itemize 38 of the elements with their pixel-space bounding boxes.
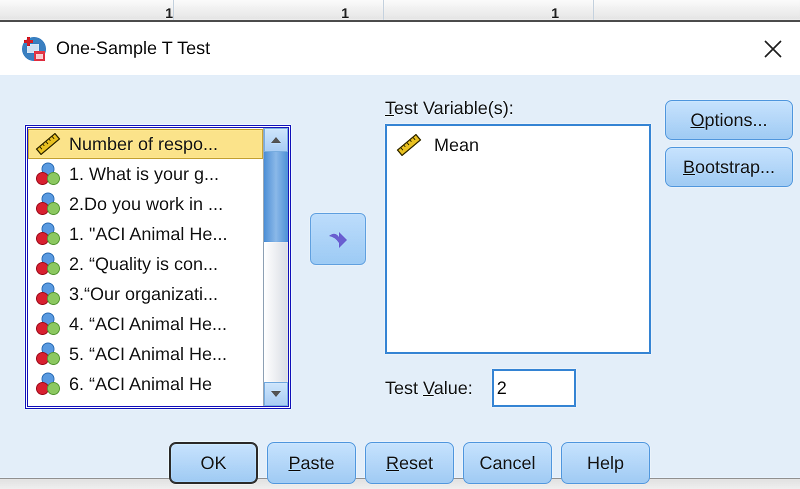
balls-icon <box>35 192 61 216</box>
scrollbar[interactable] <box>263 128 288 406</box>
test-value-field[interactable]: 2 <box>492 369 576 407</box>
variable-item[interactable]: 6. “ACI Animal He <box>28 369 263 399</box>
test-variables-label: Test Variable(s): <box>385 98 515 119</box>
up-arrow-icon[interactable] <box>270 136 282 144</box>
dialog-button[interactable]: OK <box>169 442 258 484</box>
variable-item[interactable]: 3.“Our organizati... <box>28 279 263 309</box>
balls-icon <box>35 372 61 396</box>
variable-item[interactable]: 1. "ACI Animal He... <box>28 219 263 249</box>
down-arrow-icon[interactable] <box>270 390 282 398</box>
dialog-button[interactable]: Paste <box>267 442 356 484</box>
dialog-button[interactable]: Reset <box>365 442 454 484</box>
window-title: One-Sample T Test <box>56 38 212 59</box>
variable-item[interactable]: Mean <box>387 130 649 160</box>
balls-icon <box>35 282 61 306</box>
app-icon <box>21 36 47 62</box>
move-button[interactable] <box>310 213 366 265</box>
variable-item[interactable]: Number of respo... <box>28 129 263 159</box>
balls-icon <box>35 312 61 336</box>
variable-item[interactable]: 5. “ACI Animal He... <box>28 339 263 369</box>
sheet-cell: 1 <box>384 0 594 20</box>
dialog-button[interactable]: Cancel <box>463 442 552 484</box>
variable-item[interactable]: 1. What is your g... <box>28 159 263 189</box>
variable-item[interactable]: 4. “ACI Animal He... <box>28 309 263 339</box>
test-value-label: Test Value: <box>385 378 473 398</box>
sheet-cell: 1 <box>174 0 384 20</box>
dialog-button[interactable]: Options... <box>665 100 793 140</box>
sheet-cell: 1 <box>0 0 174 20</box>
balls-icon <box>35 252 61 276</box>
variable-item[interactable]: 2.Do you work in ... <box>28 189 263 219</box>
balls-icon <box>35 162 61 186</box>
dialog-button[interactable]: Help <box>561 442 650 484</box>
balls-icon <box>35 342 61 366</box>
variable-item[interactable]: 2. “Quality is con... <box>28 249 263 279</box>
dialog-button[interactable]: Bootstrap... <box>665 147 793 187</box>
balls-icon <box>35 222 61 246</box>
close-icon[interactable] <box>764 40 782 58</box>
